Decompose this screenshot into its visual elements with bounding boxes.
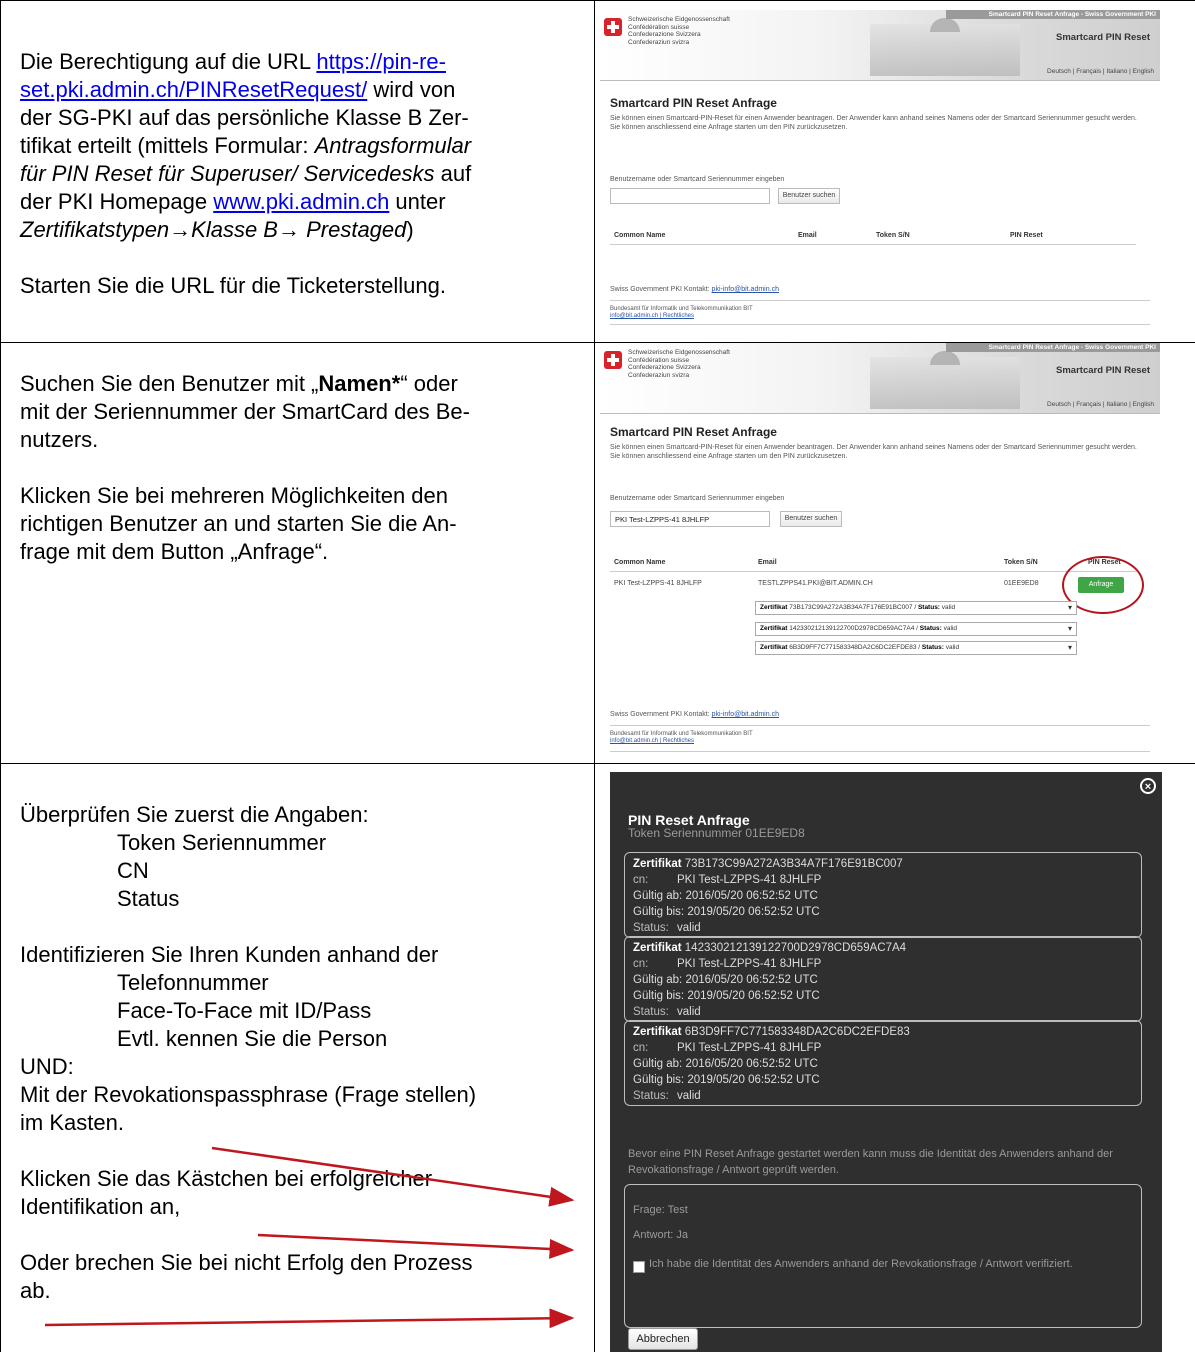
arrow-to-cancel — [44, 1308, 575, 1329]
arrow-to-checkbox — [257, 1233, 575, 1259]
arrow-to-question — [211, 1146, 575, 1207]
annotation-arrows — [44, 1146, 575, 1329]
